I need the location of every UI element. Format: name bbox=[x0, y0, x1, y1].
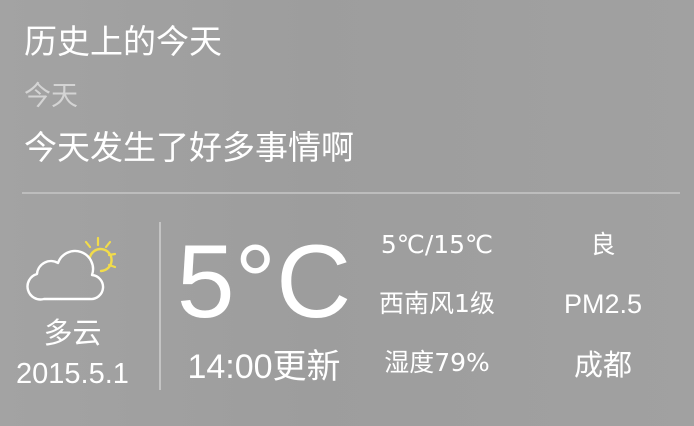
city-name[interactable]: 成都 bbox=[530, 347, 676, 383]
history-title[interactable]: 历史上的今天 bbox=[24, 22, 222, 62]
weather-condition: 多云 bbox=[43, 316, 102, 350]
pm25-label: PM2.5 bbox=[563, 289, 643, 319]
section-divider bbox=[22, 192, 680, 194]
history-date-label: 今天 bbox=[24, 81, 78, 112]
humidity-info: 湿度79% bbox=[384, 348, 490, 377]
air-quality: 良 bbox=[590, 230, 616, 259]
wind-info: 西南风1级 bbox=[379, 289, 495, 318]
temperature-range: 5℃/15℃ bbox=[380, 230, 494, 259]
history-event-text[interactable]: 今天发生了好多事情啊 bbox=[24, 128, 354, 168]
weather-widget: 历史上的今天 今天 今天发生了好多事情啊 多云 2015.5.1 5°C 14:… bbox=[0, 0, 694, 426]
current-temperature: 5°C bbox=[176, 224, 352, 340]
weather-date: 2015.5.1 bbox=[16, 358, 129, 390]
update-time: 14:00更新 bbox=[187, 348, 341, 386]
partly-cloudy-icon bbox=[26, 236, 122, 302]
column-divider bbox=[159, 222, 161, 390]
